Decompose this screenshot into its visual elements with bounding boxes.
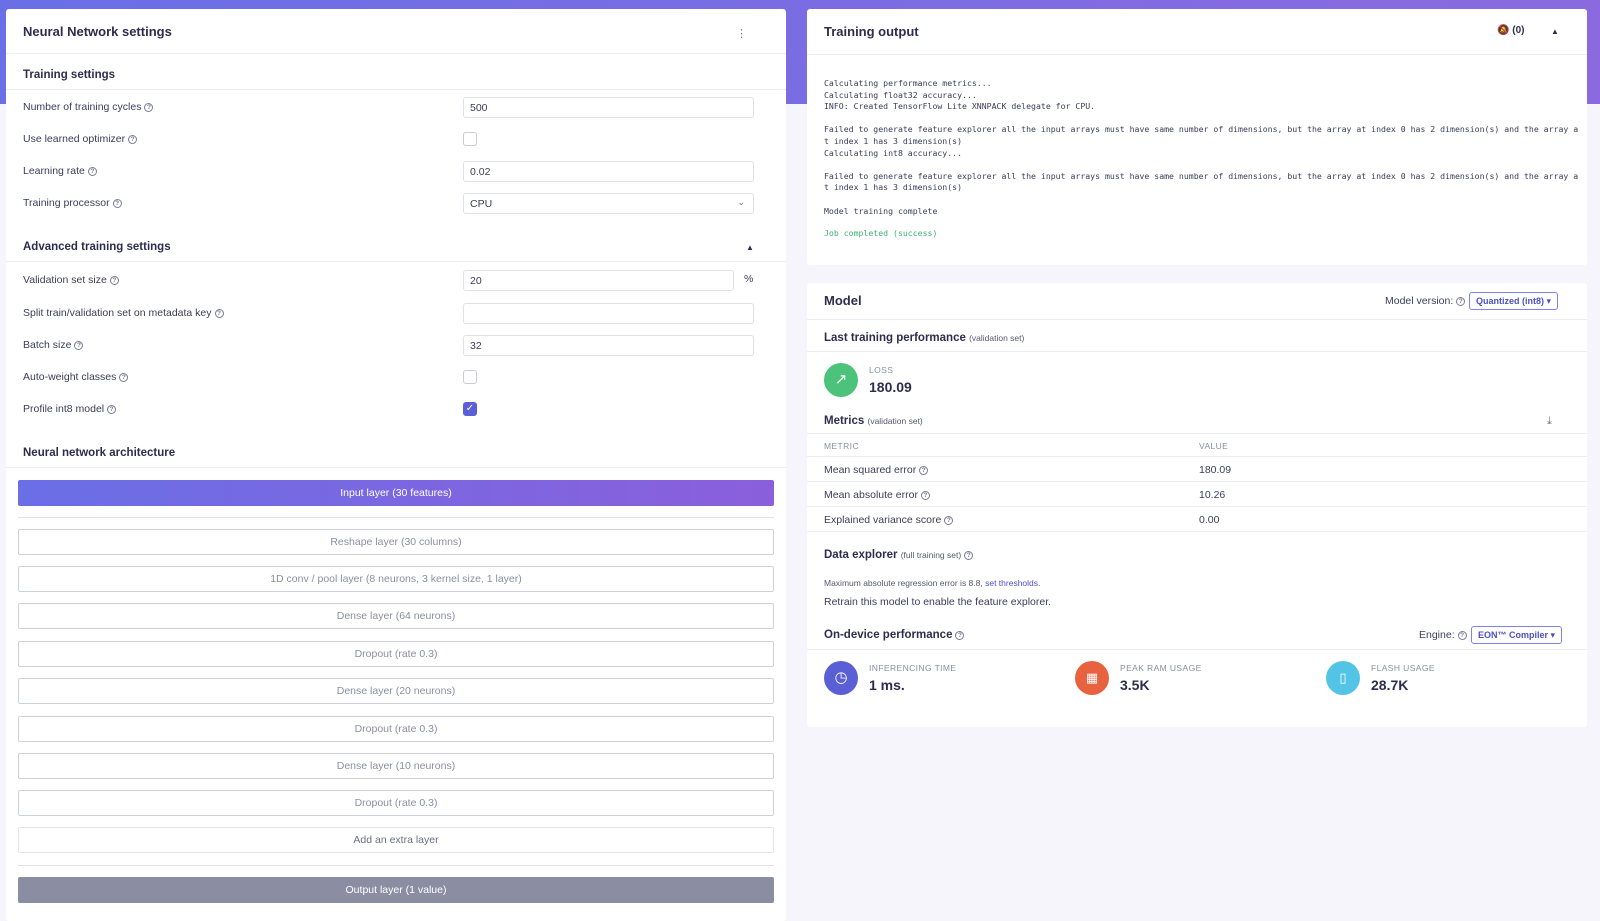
cycles-label: Number of training cycles? [23,101,154,113]
flash-usage-label: FLASH USAGE [1371,663,1435,673]
chevron-down-icon: ⌄ [737,197,745,207]
caret-down-icon: ▾ [1546,296,1552,306]
chart-line-icon: ↗ [824,363,858,397]
cycles-input[interactable]: 500 [463,97,754,118]
inferencing-label: INFERENCING TIME [869,663,957,673]
profile-int8-label: Profile int8 model? [23,403,117,415]
flash-usage-value: 28.7K [1371,677,1409,693]
loss-label: LOSS [869,365,894,375]
learned-optimizer-label: Use learned optimizer? [23,133,138,145]
help-icon[interactable]: ? [107,405,117,414]
job-success-text: Job completed (success) [824,228,938,238]
model-panel: Model Model version:? Quantized (int8) ▾… [807,283,1587,727]
metrics-title: Metrics (validation set) [824,415,923,427]
batch-size-input[interactable]: 32 [463,335,754,356]
panel-title: Neural Network settings [23,24,172,39]
loss-value: 180.09 [869,379,912,395]
more-menu-icon[interactable]: ⋮ [736,27,747,40]
learned-optimizer-checkbox[interactable] [463,132,477,146]
input-layer-bar[interactable]: Input layer (30 features) [18,480,774,506]
training-output-panel: Training output 🔕 (0) ▲ Calculating perf… [807,9,1587,265]
peak-ram-label: PEAK RAM USAGE [1120,663,1202,673]
help-icon[interactable]: ? [1457,631,1467,640]
check-icon: ✓ [465,403,475,414]
engine-select[interactable]: EON™ Compiler ▾ [1471,626,1563,644]
download-icon[interactable]: ⤓ [1547,415,1552,428]
help-icon[interactable]: ? [74,341,84,350]
help-icon[interactable]: ? [214,309,224,318]
notifications-toggle[interactable]: 🔕 (0) [1497,25,1524,36]
learning-rate-label: Learning rate? [23,165,97,177]
help-icon[interactable]: ? [1456,297,1466,306]
metric-value: 180.09 [1199,464,1232,476]
help-icon[interactable]: ? [87,167,97,176]
layer-dropout-2[interactable]: Dropout (rate 0.3) [18,716,774,742]
metric-value: 0.00 [1199,514,1220,526]
model-title: Model [824,293,862,308]
layer-dropout-1[interactable]: Dropout (rate 0.3) [18,641,774,667]
learning-rate-input[interactable]: 0.02 [463,161,754,182]
col-metric: METRIC [824,441,859,451]
help-icon[interactable]: ? [144,103,154,112]
processor-label: Training processor? [23,197,122,209]
advanced-settings-header: Advanced training settings [23,241,171,253]
memory-icon: ▦ [1075,661,1109,695]
engine-label: Engine:? [1419,629,1467,641]
metric-value: 10.26 [1199,489,1226,501]
model-version-select[interactable]: Quantized (int8) ▾ [1469,292,1559,310]
metric-name: Explained variance score? [824,514,954,526]
data-explorer-title: Data explorer (full training set)? [824,549,974,561]
validation-size-label: Validation set size? [23,274,119,286]
help-icon[interactable]: ? [109,276,119,285]
help-icon[interactable]: ? [964,551,974,560]
on-device-title: On-device performance? [824,629,965,641]
inferencing-value: 1 ms. [869,677,905,693]
chip-icon: ▯ [1326,661,1360,695]
help-icon[interactable]: ? [119,373,129,382]
set-thresholds-link[interactable]: set thresholds. [985,578,1040,588]
training-settings-header: Training settings [23,69,116,81]
last-performance-title: Last training performance (validation se… [824,332,1025,344]
clock-icon: ◷ [824,661,858,695]
help-icon[interactable]: ? [112,199,122,208]
split-key-input[interactable] [463,303,754,324]
architecture-header: Neural network architecture [23,447,176,459]
profile-int8-checkbox[interactable]: ✓ [463,402,477,416]
help-icon[interactable]: ? [920,491,930,500]
training-log: Calculating performance metrics... Calcu… [824,78,1579,216]
layer-dense-10[interactable]: Dense layer (10 neurons) [18,753,774,779]
retrain-text: Retrain this model to enable the feature… [824,596,1052,608]
bell-off-icon: 🔕 [1497,25,1510,36]
percent-unit: % [744,273,754,285]
nn-settings-panel: Neural Network settings ⋮ Training setti… [6,9,786,921]
layer-dense-20[interactable]: Dense layer (20 neurons) [18,678,774,704]
collapse-icon[interactable]: ▲ [746,243,754,252]
processor-select[interactable]: CPU ⌄ [463,193,754,214]
layer-conv1d[interactable]: 1D conv / pool layer (8 neurons, 3 kerne… [18,566,774,592]
peak-ram-value: 3.5K [1120,677,1150,693]
help-icon[interactable]: ? [955,631,965,640]
metric-name: Mean absolute error? [824,489,930,501]
caret-down-icon: ▾ [1550,630,1556,640]
split-key-label: Split train/validation set on metadata k… [23,307,224,319]
add-extra-layer-button[interactable]: Add an extra layer [18,827,774,853]
model-version-label: Model version:? [1385,295,1466,307]
explorer-error-text: Maximum absolute regression error is 8.8… [824,578,1041,588]
batch-size-label: Batch size? [23,339,84,351]
auto-weight-checkbox[interactable] [463,370,477,384]
auto-weight-label: Auto-weight classes? [23,371,129,383]
validation-size-input[interactable]: 20 [463,270,734,291]
help-icon[interactable]: ? [919,466,929,475]
training-output-title: Training output [824,24,919,39]
output-layer-bar[interactable]: Output layer (1 value) [18,877,774,903]
help-icon[interactable]: ? [128,135,138,144]
layer-dense-64[interactable]: Dense layer (64 neurons) [18,603,774,629]
col-value: VALUE [1199,441,1229,451]
collapse-output-icon[interactable]: ▲ [1551,27,1559,36]
layer-dropout-3[interactable]: Dropout (rate 0.3) [18,790,774,816]
metric-name: Mean squared error? [824,464,929,476]
help-icon[interactable]: ? [944,516,954,525]
layer-reshape[interactable]: Reshape layer (30 columns) [18,529,774,555]
